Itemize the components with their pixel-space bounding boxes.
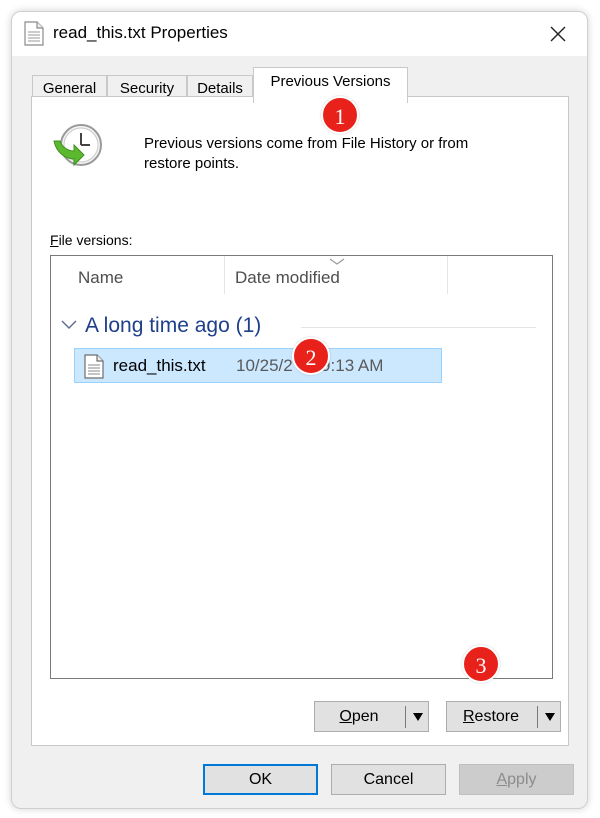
dropdown-arrow-icon[interactable] — [545, 713, 555, 721]
restore-label-text: estore — [474, 708, 520, 725]
file-versions-label-text: ile versions: — [58, 232, 133, 248]
close-icon — [550, 26, 566, 42]
split-separator — [405, 706, 406, 728]
list-header: Name Date modified — [51, 256, 552, 296]
text-file-icon — [84, 354, 104, 379]
restore-clock-icon — [53, 124, 102, 167]
apply-button[interactable]: Apply — [459, 764, 574, 795]
list-item[interactable]: read_this.txt 10/25/2 9:13 AM — [74, 348, 442, 383]
step-marker-1: 1 — [321, 96, 359, 134]
open-label-text: pen — [351, 708, 379, 725]
open-button-label: Open — [315, 708, 403, 726]
column-header-name[interactable]: Name — [78, 268, 123, 288]
file-versions-label: File versions: — [50, 232, 132, 248]
column-header-date-modified[interactable]: Date modified — [235, 268, 340, 288]
ok-button[interactable]: OK — [203, 764, 318, 795]
title-bar: read_this.txt Properties — [12, 12, 587, 56]
description-text: Previous versions come from File History… — [144, 134, 544, 174]
file-versions-hotkey: F — [50, 232, 59, 248]
restore-button[interactable]: Restore — [446, 701, 561, 732]
chevron-down-icon — [61, 320, 77, 329]
column-divider[interactable] — [224, 256, 225, 294]
description-line-2: restore points. — [144, 155, 240, 172]
step-marker-2: 2 — [292, 337, 330, 375]
apply-hotkey: A — [496, 771, 508, 788]
group-divider — [301, 327, 536, 328]
step-marker-3: 3 — [462, 645, 500, 683]
open-hotkey: O — [339, 708, 352, 725]
cancel-button[interactable]: Cancel — [331, 764, 446, 795]
close-button[interactable] — [541, 18, 575, 50]
text-file-icon — [24, 21, 44, 46]
file-name: read_this.txt — [113, 356, 206, 375]
split-separator — [537, 706, 538, 728]
window-title: read_this.txt Properties — [53, 23, 228, 42]
restore-hotkey: R — [462, 708, 475, 725]
restore-button-label: Restore — [447, 708, 535, 726]
column-divider[interactable] — [447, 256, 448, 294]
group-title: A long time ago (1) — [85, 314, 262, 337]
group-header[interactable]: A long time ago (1) — [61, 314, 541, 340]
apply-label-text: pply — [507, 771, 537, 788]
properties-dialog: read_this.txt Properties General Securit… — [11, 11, 588, 809]
sort-chevron-icon — [329, 258, 345, 265]
description-line-1: Previous versions come from File History… — [144, 135, 469, 152]
file-versions-list[interactable]: Name Date modified A long time ago (1) r… — [50, 255, 553, 679]
dropdown-arrow-icon[interactable] — [413, 713, 423, 721]
open-button[interactable]: Open — [314, 701, 429, 732]
